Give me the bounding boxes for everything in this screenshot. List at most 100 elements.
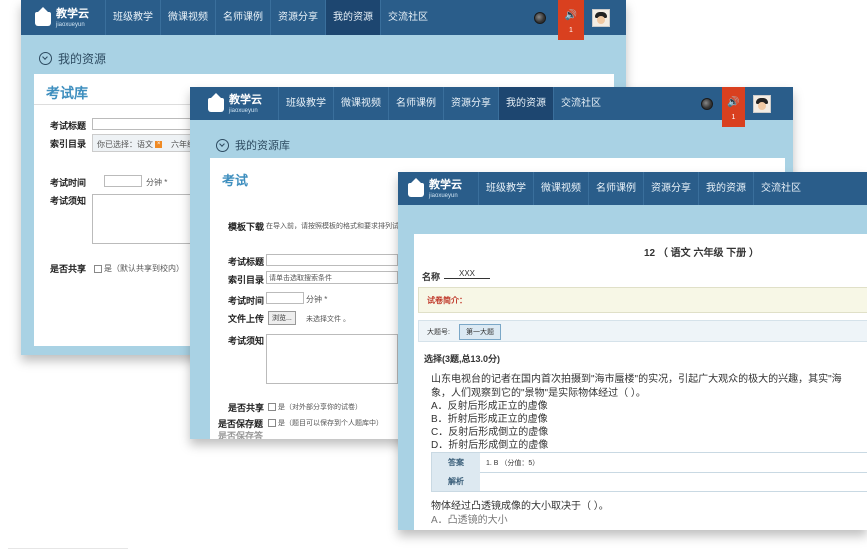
circle-chevron-icon[interactable] bbox=[39, 52, 52, 65]
menu-item-share[interactable]: 资源分享 bbox=[270, 0, 325, 35]
index-input[interactable]: 请单击选取搜索条件 bbox=[266, 271, 398, 284]
logo-title: 教学云 bbox=[429, 179, 462, 191]
answer-row: 答案 1. B （分值：5） bbox=[432, 453, 867, 473]
logo-title: 教学云 bbox=[229, 94, 262, 106]
browse-button[interactable]: 浏览... bbox=[268, 311, 296, 325]
section-button[interactable]: 第一大题 bbox=[459, 324, 501, 340]
globe-icon[interactable] bbox=[701, 98, 713, 110]
share-checkbox[interactable] bbox=[94, 264, 102, 273]
index-label: 索引目录 bbox=[50, 139, 87, 149]
logo-sub: jiaoxueyun bbox=[429, 193, 458, 199]
breadcrumb-text: 我的资源 bbox=[58, 52, 107, 66]
section-label: 大题号: bbox=[427, 329, 450, 336]
share-checkbox[interactable] bbox=[268, 403, 276, 412]
main-menu: 班级教学 微课视频 名师课例 资源分享 我的资源 交流社区 bbox=[105, 0, 435, 35]
no-file-text: 未选择文件 。 bbox=[306, 316, 350, 323]
exam-paper: 12 （ 语文 六年级 下册 ） 名称 XXX 试卷简介： 大题号: 第一大题 … bbox=[414, 234, 867, 530]
circle-chevron-icon[interactable] bbox=[216, 138, 229, 152]
main-menu: 班级教学 微课视频 名师课例 资源分享 我的资源 交流社区 bbox=[478, 172, 808, 205]
analysis-row: 解析 bbox=[432, 472, 867, 491]
share-label: 是否共享 bbox=[228, 403, 265, 413]
exam-title-label: 考试标题 bbox=[228, 257, 265, 267]
menu-item-class[interactable]: 班级教学 bbox=[478, 172, 533, 205]
question-1-text: 山东电视台的记者在国内首次拍摄到"海市蜃楼"的实况，引起广大观众的极大的兴趣，其… bbox=[431, 374, 842, 385]
exam-title-input[interactable] bbox=[266, 254, 398, 266]
logo-sub: jiaoxueyun bbox=[56, 22, 85, 28]
question-header: 选择(3题,总13.0分) bbox=[424, 354, 501, 364]
sound-button[interactable]: 🔊 1 bbox=[558, 0, 584, 40]
avatar[interactable] bbox=[592, 9, 610, 27]
share-option[interactable]: 是（默认共享到校内） bbox=[94, 263, 184, 274]
exam-title-input[interactable] bbox=[92, 118, 204, 130]
breadcrumb-text: 我的资源库 bbox=[235, 140, 290, 152]
template-hint: 在导入前，请按照模板的格式和要求排列试 bbox=[266, 223, 399, 230]
sound-count: 1 bbox=[569, 27, 573, 34]
minutes-label: 分钟 * bbox=[146, 178, 168, 187]
menu-item-community[interactable]: 交流社区 bbox=[753, 172, 808, 205]
section-bar: 大题号: 第一大题 bbox=[418, 320, 867, 342]
save-question-option[interactable]: 是（题目可以保存到个人题库中） bbox=[268, 418, 383, 428]
logo-sub: jiaoxueyun bbox=[229, 108, 258, 114]
answer-table: 答案 1. B （分值：5） 解析 bbox=[431, 452, 867, 492]
menu-item-video[interactable]: 微课视频 bbox=[160, 0, 215, 35]
menu-item-community[interactable]: 交流社区 bbox=[553, 87, 608, 120]
main-menu: 班级教学 微课视频 名师课例 资源分享 我的资源 交流社区 bbox=[278, 87, 608, 120]
menu-item-share[interactable]: 资源分享 bbox=[643, 172, 698, 205]
menu-item-video[interactable]: 微课视频 bbox=[533, 172, 588, 205]
name-label: 名称 bbox=[422, 272, 441, 282]
tag-chinese[interactable]: 语文 × bbox=[137, 139, 163, 150]
menu-item-share[interactable]: 资源分享 bbox=[443, 87, 498, 120]
share-option[interactable]: 是（对外部分享你的试卷） bbox=[268, 402, 362, 412]
template-label: 模板下载 bbox=[228, 222, 265, 232]
menu-item-class[interactable]: 班级教学 bbox=[278, 87, 333, 120]
index-selected-label: 你已选择： bbox=[97, 140, 137, 149]
exam-title-label: 考试标题 bbox=[50, 121, 87, 131]
exam-time-label: 考试时间 bbox=[228, 296, 265, 306]
exam-notes-textarea[interactable] bbox=[266, 334, 398, 384]
exam-time-input[interactable] bbox=[266, 292, 304, 304]
logo-title: 教学云 bbox=[56, 8, 89, 20]
logo[interactable]: 教学云 jiaoxueyun bbox=[208, 92, 262, 114]
menu-item-lesson[interactable]: 名师课例 bbox=[388, 87, 443, 120]
logo-icon bbox=[35, 6, 51, 26]
exam-time-label: 考试时间 bbox=[50, 178, 87, 188]
question-2-text: 物体经过凸透镜成像的大小取决于（ ）。 bbox=[431, 501, 609, 512]
panel-title: 考试 bbox=[222, 173, 249, 188]
menu-item-lesson[interactable]: 名师课例 bbox=[588, 172, 643, 205]
menu-item-lesson[interactable]: 名师课例 bbox=[215, 0, 270, 35]
paper-title: 12 （ 语文 六年级 下册 ） bbox=[644, 248, 760, 259]
speaker-icon: 🔊 bbox=[727, 97, 740, 108]
logo[interactable]: 教学云 jiaoxueyun bbox=[35, 6, 89, 28]
logo[interactable]: 教学云 jiaoxueyun bbox=[408, 177, 462, 199]
window-front: 教学云 jiaoxueyun 班级教学 微课视频 名师课例 资源分享 我的资源 交… bbox=[398, 172, 867, 530]
intro-label: 试卷简介： bbox=[427, 296, 467, 305]
breadcrumb: 我的资源 bbox=[39, 50, 106, 67]
share-label: 是否共享 bbox=[50, 264, 87, 274]
save-answer-label: 是否保存答 bbox=[218, 431, 264, 439]
sound-button[interactable]: 🔊 1 bbox=[722, 87, 745, 127]
top-nav: 教学云 jiaoxueyun 班级教学 微课视频 名师课例 资源分享 我的资源 交… bbox=[190, 87, 793, 127]
save-checkbox[interactable] bbox=[268, 419, 276, 428]
exam-time-input[interactable] bbox=[104, 175, 142, 187]
logo-icon bbox=[408, 177, 424, 197]
option-d: D．折射后形成倒立的虚像 bbox=[431, 440, 549, 451]
menu-item-video[interactable]: 微课视频 bbox=[333, 87, 388, 120]
breadcrumb: 我的资源库 bbox=[216, 137, 290, 153]
menu-item-my-resources[interactable]: 我的资源 bbox=[498, 87, 553, 120]
index-label: 索引目录 bbox=[228, 275, 265, 285]
avatar[interactable] bbox=[753, 95, 771, 113]
minutes-label: 分钟 * bbox=[306, 295, 328, 304]
top-nav: 教学云 jiaoxueyun 班级教学 微课视频 名师课例 资源分享 我的资源 交… bbox=[21, 0, 626, 40]
tag-remove-icon[interactable]: × bbox=[155, 141, 163, 149]
question-2-option-a: A．凸透镜的大小 bbox=[431, 515, 508, 526]
analysis-label: 解析 bbox=[432, 472, 480, 491]
menu-item-community[interactable]: 交流社区 bbox=[380, 0, 435, 35]
exam-notes-textarea[interactable] bbox=[92, 194, 204, 244]
exam-notes-label: 考试须知 bbox=[228, 336, 265, 346]
menu-item-my-resources[interactable]: 我的资源 bbox=[325, 0, 380, 35]
exam-notes-label: 考试须知 bbox=[50, 196, 87, 206]
speaker-icon: 🔊 bbox=[564, 10, 578, 21]
globe-icon[interactable] bbox=[534, 12, 546, 24]
menu-item-class[interactable]: 班级教学 bbox=[105, 0, 160, 35]
menu-item-my-resources[interactable]: 我的资源 bbox=[698, 172, 753, 205]
